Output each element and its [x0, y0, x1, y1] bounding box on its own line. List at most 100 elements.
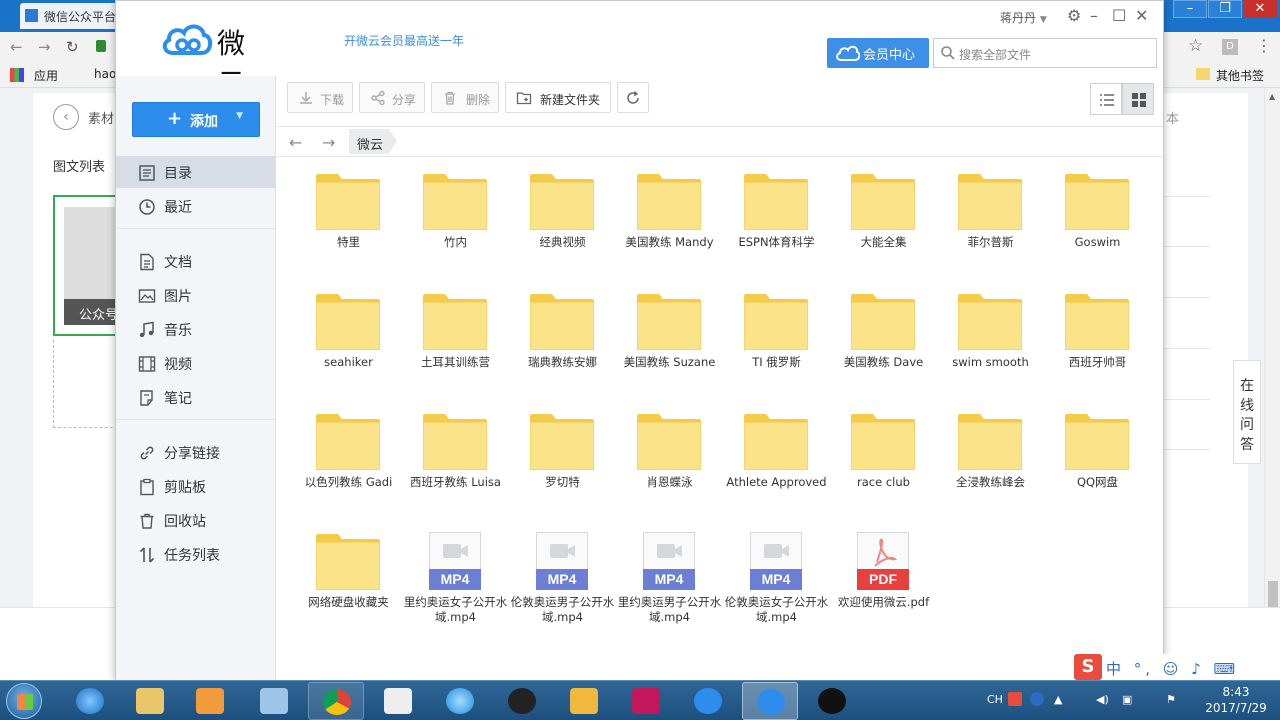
- breadcrumb[interactable]: 微云: [349, 129, 398, 154]
- sidebar-item-note[interactable]: 笔记: [116, 381, 275, 413]
- download-button[interactable]: 下载: [287, 82, 353, 113]
- folder-item[interactable]: 肖恩蝶泳: [616, 408, 723, 528]
- folder-item[interactable]: 经典视频: [509, 168, 616, 288]
- help-tray-icon[interactable]: [1030, 692, 1044, 706]
- folder-item[interactable]: 瑞典教练安娜: [509, 288, 616, 408]
- volume-icon[interactable]: ◀): [1096, 693, 1109, 706]
- browser-menu-icon[interactable]: ⋮: [1256, 36, 1272, 55]
- folder-item[interactable]: 西班牙帅哥: [1044, 288, 1151, 408]
- nav-back-icon[interactable]: ←: [289, 133, 302, 152]
- nav-forward-icon[interactable]: →: [322, 133, 335, 152]
- user-menu[interactable]: 蒋丹丹 ▼: [1000, 9, 1047, 26]
- explorer-taskbar-icon[interactable]: [122, 682, 178, 720]
- reload-icon[interactable]: ↻: [66, 38, 79, 56]
- sidebar-item-trash[interactable]: 回收站: [116, 504, 275, 536]
- weiyun-logo[interactable]: 微云: [161, 21, 271, 100]
- folder-item[interactable]: ESPN体育科学: [723, 168, 830, 288]
- minimize-icon[interactable]: –: [1090, 6, 1098, 25]
- sidebar-item-music[interactable]: 音乐: [116, 313, 275, 345]
- qq-chat-taskbar-icon[interactable]: [804, 682, 860, 720]
- search-input[interactable]: 搜索全部文件: [933, 38, 1157, 68]
- other-bookmarks[interactable]: 其他书签: [1216, 67, 1264, 84]
- apps-icon[interactable]: [10, 68, 24, 82]
- grid-view-button[interactable]: [1122, 83, 1154, 115]
- gear-icon[interactable]: ⚙: [1067, 6, 1081, 25]
- folder-item[interactable]: race club: [830, 408, 937, 528]
- delete-button[interactable]: 删除: [431, 82, 499, 113]
- folder-item[interactable]: swim smooth: [937, 288, 1044, 408]
- folder-item[interactable]: 大能全集: [830, 168, 937, 288]
- chrome-taskbar-icon[interactable]: [308, 682, 364, 720]
- maximize-icon[interactable]: ☐: [1112, 6, 1126, 25]
- folder-item[interactable]: 以色列教练 Gadi: [295, 408, 402, 528]
- media-taskbar-icon[interactable]: [182, 682, 238, 720]
- bookmark-apps[interactable]: 应用: [34, 67, 58, 84]
- edge-taskbar-icon[interactable]: [432, 682, 488, 720]
- sidebar-item-transfer[interactable]: 任务列表: [116, 538, 275, 570]
- file-item[interactable]: MP4 里约奥运男子公开水域.mp4: [616, 528, 723, 648]
- close-icon[interactable]: ✕: [1135, 6, 1148, 25]
- add-button[interactable]: + 添加 ▼: [132, 102, 260, 137]
- article-thumb[interactable]: 公众号: [53, 195, 124, 336]
- back-circle-icon[interactable]: ‹: [53, 104, 79, 130]
- language-indicator[interactable]: CH: [987, 693, 1003, 706]
- folder-item[interactable]: 罗切特: [509, 408, 616, 528]
- restore-icon[interactable]: ❐: [1208, 0, 1242, 18]
- sidebar-item-video[interactable]: 视频: [116, 347, 275, 379]
- folder-item[interactable]: seahiker: [295, 288, 402, 408]
- sidebar-item-clock[interactable]: 最近: [116, 190, 275, 222]
- vip-center-button[interactable]: 会员中心: [827, 38, 929, 68]
- sidebar-item-clipboard[interactable]: 剪贴板: [116, 470, 275, 502]
- close-icon[interactable]: ✕: [1243, 0, 1277, 18]
- back-arrow-icon[interactable]: ←: [10, 38, 23, 56]
- folder-item[interactable]: 全浸教练峰会: [937, 408, 1044, 528]
- folder-item[interactable]: 菲尔普斯: [937, 168, 1044, 288]
- weiyun-taskbar-icon[interactable]: [680, 682, 736, 720]
- folder-item[interactable]: Athlete Approved: [723, 408, 830, 528]
- folder-item[interactable]: 西班牙教练 Luisa: [402, 408, 509, 528]
- page-scrollbar[interactable]: ▲: [1264, 88, 1280, 617]
- folder-item[interactable]: 美国教练 Suzane: [616, 288, 723, 408]
- sidebar-item-image[interactable]: 图片: [116, 279, 275, 311]
- sidebar-item-directory[interactable]: 目录: [116, 156, 275, 188]
- folder-item[interactable]: TI 俄罗斯: [723, 288, 830, 408]
- online-help-tab[interactable]: 在线问答: [1233, 360, 1261, 464]
- share-button[interactable]: 分享: [359, 82, 425, 113]
- folder-item[interactable]: 竹内: [402, 168, 509, 288]
- network-icon[interactable]: ▣: [1122, 693, 1132, 706]
- extension-icon[interactable]: D: [1222, 39, 1238, 55]
- refresh-button[interactable]: [617, 82, 649, 113]
- sogou-tray-icon[interactable]: [1008, 692, 1022, 706]
- folder-item[interactable]: 特里: [295, 168, 402, 288]
- file-item[interactable]: MP4 里约奥运女子公开水域.mp4: [402, 528, 509, 648]
- weiyun-active-taskbar-icon[interactable]: [742, 682, 798, 720]
- folder-item[interactable]: 美国教练 Dave: [830, 288, 937, 408]
- vip-promo-link[interactable]: 开微云会员最高送一年: [344, 32, 464, 49]
- forward-arrow-icon[interactable]: →: [38, 38, 51, 56]
- ie-taskbar-icon[interactable]: [62, 682, 118, 720]
- sidebar-item-link[interactable]: 分享链接: [116, 436, 275, 468]
- file-item[interactable]: MP4 伦敦奥运女子公开水域.mp4: [723, 528, 830, 648]
- start-button[interactable]: [6, 683, 42, 719]
- file-item[interactable]: PDF 欢迎使用微云.pdf: [830, 528, 937, 648]
- chart-app-taskbar-icon[interactable]: [556, 682, 612, 720]
- scroll-up-icon[interactable]: ▲: [1269, 92, 1275, 101]
- folder-item[interactable]: 土耳其训练营: [402, 288, 509, 408]
- folder-item[interactable]: 网络硬盘收藏夹: [295, 528, 402, 648]
- new-folder-button[interactable]: 新建文件夹: [505, 82, 611, 113]
- qq-taskbar-icon[interactable]: [494, 682, 550, 720]
- minimize-icon[interactable]: –: [1173, 0, 1207, 18]
- browser-tab[interactable]: 微信公众平台: [20, 3, 120, 29]
- back-label[interactable]: 素材: [88, 108, 114, 127]
- notepad-taskbar-icon[interactable]: [370, 682, 426, 720]
- bookmark-star-icon[interactable]: ☆: [1188, 36, 1203, 56]
- tray-expand-icon[interactable]: ▲: [1054, 693, 1062, 706]
- ime-toolbar[interactable]: S 中 °, ☺ ♪ ⌨: [1072, 654, 1280, 680]
- search-tool-taskbar-icon[interactable]: [246, 682, 302, 720]
- clock[interactable]: 8:43 2017/7/29: [1205, 684, 1267, 716]
- folder-item[interactable]: 美国教练 Mandy: [616, 168, 723, 288]
- file-item[interactable]: MP4 伦敦奥运男子公开水域.mp4: [509, 528, 616, 648]
- folder-item[interactable]: QQ网盘: [1044, 408, 1151, 528]
- action-center-icon[interactable]: ⚑: [1166, 693, 1176, 706]
- sidebar-item-document[interactable]: 文档: [116, 245, 275, 277]
